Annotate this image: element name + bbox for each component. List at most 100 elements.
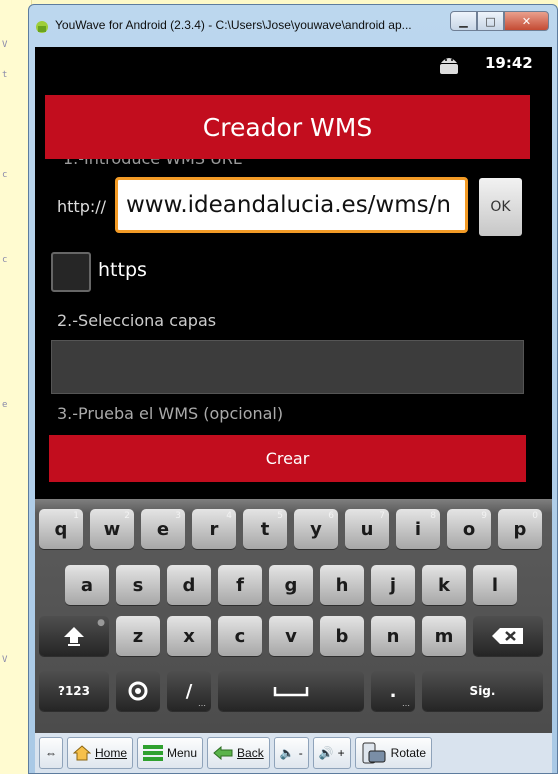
slash-key[interactable]: /… [167, 671, 211, 711]
key-label: u [360, 518, 374, 540]
key-d[interactable]: d [167, 565, 211, 605]
symbols-key[interactable]: ?123 [39, 671, 109, 711]
android-usb-icon [440, 58, 458, 74]
key-x[interactable]: x [167, 616, 211, 656]
window-title: YouWave for Android (2.3.4) - C:\Users\J… [55, 18, 412, 32]
key-alt: 4 [226, 511, 232, 521]
volume-down-button[interactable]: 🔈 - [273, 737, 309, 769]
emulator-toolbar: ⇔ Home Menu Back 🔈 - 🔊 + Rotate [35, 733, 552, 773]
maximize-icon: □ [485, 14, 496, 28]
key-n[interactable]: n [371, 616, 415, 656]
shift-icon [64, 627, 84, 646]
key-i[interactable]: i8 [396, 509, 440, 549]
key-u[interactable]: u7 [345, 509, 389, 549]
home-button[interactable]: Home [67, 737, 134, 769]
key-w[interactable]: w2 [90, 509, 134, 549]
period-key[interactable]: .… [371, 671, 415, 711]
backspace-icon [492, 628, 523, 644]
rotate-label: Rotate [390, 746, 427, 760]
key-alt: 9 [481, 511, 487, 521]
key-b[interactable]: b [320, 616, 364, 656]
menu-icon [143, 745, 164, 761]
key-l[interactable]: l [473, 565, 517, 605]
minimize-button[interactable]: ▁ [450, 11, 477, 31]
key-v[interactable]: v [269, 616, 313, 656]
window-titlebar[interactable]: YouWave for Android (2.3.4) - C:\Users\J… [29, 5, 557, 47]
shift-indicator-icon: ● [97, 618, 105, 628]
period-label: . [389, 680, 397, 702]
key-m[interactable]: m [422, 616, 466, 656]
rotate-button[interactable]: Rotate [354, 737, 433, 769]
next-key[interactable]: Sig. [422, 671, 543, 711]
key-f[interactable]: f [218, 565, 262, 605]
back-button[interactable]: Back [207, 737, 270, 769]
volume-up-button[interactable]: 🔊 + [312, 737, 351, 769]
home-icon [73, 745, 91, 761]
layers-list[interactable] [51, 340, 524, 394]
wms-url-input[interactable]: www.ideandalucia.es/wms/n [115, 177, 468, 233]
more-dots-icon: … [402, 699, 410, 708]
crear-button[interactable]: Crear [49, 435, 526, 482]
key-t[interactable]: t5 [243, 509, 287, 549]
key-k[interactable]: k [422, 565, 466, 605]
volume-down-label: - [298, 746, 303, 760]
key-label: r [209, 518, 219, 540]
key-alt: 2 [124, 511, 130, 521]
speaker-icon: 🔈 [279, 746, 295, 760]
key-e[interactable]: e3 [141, 509, 185, 549]
key-p[interactable]: p0 [498, 509, 542, 549]
back-label: Back [237, 746, 264, 760]
key-label: o [462, 518, 476, 540]
android-app-icon [36, 21, 48, 33]
key-alt: 6 [328, 511, 334, 521]
key-r[interactable]: r4 [192, 509, 236, 549]
speaker-loud-icon: 🔊 [318, 746, 334, 760]
soft-keyboard: q1 w2 e3 r4 t5 y6 u7 i8 o9 p0 a s d f g … [35, 499, 552, 733]
step3-label: 3.-Prueba el WMS (opcional) [57, 404, 284, 423]
key-q[interactable]: q1 [39, 509, 83, 549]
https-label: https [98, 259, 147, 281]
key-alt: 0 [532, 511, 538, 521]
menu-label: Menu [167, 746, 198, 760]
key-z[interactable]: z [116, 616, 160, 656]
key-y[interactable]: y6 [294, 509, 338, 549]
space-icon [273, 687, 309, 697]
rotate-device-icon [362, 742, 386, 764]
key-label: t [260, 518, 270, 540]
slash-label: / [185, 680, 193, 702]
key-g[interactable]: g [269, 565, 313, 605]
key-alt: 1 [73, 511, 79, 521]
key-a[interactable]: a [65, 565, 109, 605]
back-arrow-icon [213, 746, 233, 760]
settings-key[interactable] [116, 671, 160, 711]
menu-button[interactable]: Menu [137, 737, 204, 769]
home-label: Home [95, 746, 128, 760]
delete-key[interactable] [473, 616, 543, 656]
key-h[interactable]: h [320, 565, 364, 605]
wms-url-text: www.ideandalucia.es/wms/n [126, 192, 451, 218]
close-button[interactable]: ✕ [504, 11, 549, 31]
https-checkbox[interactable] [51, 252, 91, 292]
key-label: p [513, 518, 527, 540]
maximize-button[interactable]: □ [477, 11, 504, 31]
key-label: i [414, 518, 422, 540]
key-alt: 7 [379, 511, 385, 521]
settings-icon [128, 681, 148, 701]
key-j[interactable]: j [371, 565, 415, 605]
expand-arrows-icon: ⇔ [45, 746, 57, 760]
url-prefix-label: http:// [57, 197, 107, 216]
minimize-icon: ▁ [459, 14, 468, 28]
ok-button[interactable]: OK [479, 178, 522, 236]
key-label: y [310, 518, 322, 540]
key-label: q [54, 518, 68, 540]
key-c[interactable]: c [218, 616, 262, 656]
shift-key[interactable]: ● [39, 616, 109, 656]
app-title: Creador WMS [45, 95, 530, 159]
android-screen: 19:42 Creador WMS 1.-Introduce WMS URL C… [35, 47, 552, 733]
key-o[interactable]: o9 [447, 509, 491, 549]
close-icon: ✕ [521, 14, 532, 28]
key-s[interactable]: s [116, 565, 160, 605]
space-key[interactable] [218, 671, 364, 711]
expand-button[interactable]: ⇔ [39, 737, 63, 769]
status-bar: 19:42 [35, 47, 552, 81]
